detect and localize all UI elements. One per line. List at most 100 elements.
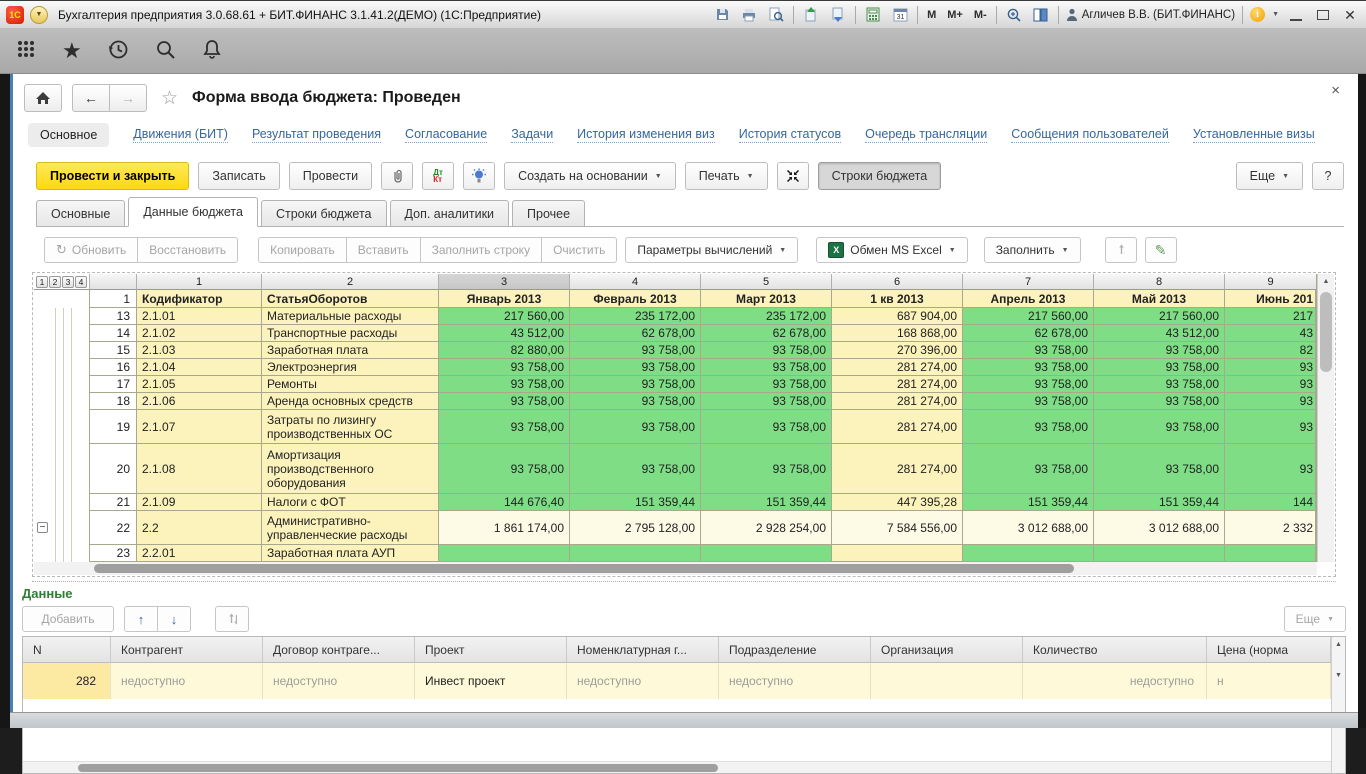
cell-r16-c8[interactable]: 93 758,00 (1094, 359, 1225, 376)
header-month-5[interactable]: Май 2013 (1094, 290, 1225, 308)
cell-r23-c3[interactable] (439, 545, 570, 562)
cell-r22-c3[interactable]: 1 861 174,00 (439, 511, 570, 545)
col-header-5[interactable]: 5 (701, 274, 832, 290)
scroll-thumb[interactable] (1320, 292, 1332, 372)
fill-row-button[interactable]: Заполнить строку (420, 237, 542, 263)
memory-m-plus-button[interactable]: M+ (945, 9, 965, 21)
cell-r18-code[interactable]: 2.1.06 (137, 393, 262, 410)
tab-4[interactable]: Прочее (512, 200, 585, 226)
cell-r18-c5[interactable]: 93 758,00 (701, 393, 832, 410)
row-header-23[interactable]: 23 (90, 545, 137, 562)
cell-r14-c3[interactable]: 43 512,00 (439, 325, 570, 342)
post-and-close-button[interactable]: Провести и закрыть (36, 162, 189, 190)
nav-link-6[interactable]: История статусов (739, 127, 841, 143)
calc-params-button[interactable]: Параметры вычислений▼ (625, 237, 798, 263)
cell-r19-c3[interactable]: 93 758,00 (439, 410, 570, 444)
data-cell-4[interactable]: недоступно (567, 663, 719, 699)
cell-r21-c4[interactable]: 151 359,44 (570, 494, 701, 511)
col-header-2[interactable]: 2 (262, 274, 439, 290)
collapse-group-icon[interactable]: − (37, 522, 48, 533)
forward-button[interactable]: → (109, 84, 147, 112)
cell-r19-c6[interactable]: 281 274,00 (832, 410, 963, 444)
cell-r19-c9[interactable]: 93 (1225, 410, 1316, 444)
sheet-vertical-scrollbar[interactable]: ▲ (1317, 274, 1334, 562)
data-vertical-scrollbar[interactable]: ▲▼ (1331, 637, 1345, 773)
paste-button[interactable]: Вставить (346, 237, 421, 263)
cell-r21-c7[interactable]: 151 359,44 (963, 494, 1094, 511)
ms-excel-exchange-button[interactable]: XОбмен MS Excel▼ (816, 237, 967, 263)
move-down-button[interactable]: ↓ (157, 606, 191, 632)
hint-lamp-button[interactable] (463, 162, 495, 190)
cell-r13-c5[interactable]: 235 172,00 (701, 308, 832, 325)
cell-r13-c9[interactable]: 217 (1225, 308, 1316, 325)
cell-r20-c3[interactable]: 93 758,00 (439, 444, 570, 494)
cell-r19-code[interactable]: 2.1.07 (137, 410, 262, 444)
header-month-0[interactable]: Январь 2013 (439, 290, 570, 308)
memory-m-button[interactable]: M (925, 9, 938, 21)
cell-r22-code[interactable]: 2.2 (137, 511, 262, 545)
row-header-22[interactable]: 22 (90, 511, 137, 545)
system-menu-button[interactable]: ▼ (30, 6, 48, 24)
row-header-18[interactable]: 18 (90, 393, 137, 410)
tab-1[interactable]: Данные бюджета (128, 197, 258, 227)
data-col-header-5[interactable]: Подразделение (719, 637, 871, 663)
cell-r19-c7[interactable]: 93 758,00 (963, 410, 1094, 444)
nav-link-7[interactable]: Очередь трансляции (865, 127, 987, 143)
row-header-15[interactable]: 15 (90, 342, 137, 359)
cell-r16-c6[interactable]: 281 274,00 (832, 359, 963, 376)
cell-r18-c6[interactable]: 281 274,00 (832, 393, 963, 410)
back-button[interactable]: ← (72, 84, 110, 112)
data-more-button[interactable]: Еще▼ (1284, 606, 1346, 632)
cell-r18-c4[interactable]: 93 758,00 (570, 393, 701, 410)
cell-r15-c6[interactable]: 270 396,00 (832, 342, 963, 359)
cell-r22-c7[interactable]: 3 012 688,00 (963, 511, 1094, 545)
data-col-header-0[interactable]: N (23, 637, 111, 663)
cell-r21-code[interactable]: 2.1.09 (137, 494, 262, 511)
form-close-icon[interactable]: × (1331, 82, 1340, 99)
nav-link-0[interactable]: Основное (28, 123, 109, 147)
cell-r22-name[interactable]: Административно-управленческие расходы (262, 511, 439, 545)
post-button[interactable]: Провести (289, 162, 372, 190)
zoom-icon[interactable] (1004, 6, 1024, 24)
add-button[interactable]: Добавить (22, 606, 114, 632)
cell-r16-c7[interactable]: 93 758,00 (963, 359, 1094, 376)
calculator-icon[interactable] (863, 6, 883, 24)
print-preview-icon[interactable] (766, 6, 786, 24)
data-col-header-6[interactable]: Организация (871, 637, 1023, 663)
col-header-8[interactable]: 8 (1094, 274, 1225, 290)
cell-r21-c9[interactable]: 144 (1225, 494, 1316, 511)
row-header-19[interactable]: 19 (90, 410, 137, 444)
cell-r13-c6[interactable]: 687 904,00 (832, 308, 963, 325)
scroll-thumb[interactable] (78, 764, 718, 772)
fill-button[interactable]: Заполнить▼ (984, 237, 1081, 263)
table-row[interactable]: 282недоступнонедоступноИнвест проектнедо… (23, 663, 1345, 699)
app-logo-1c[interactable]: 1С (6, 6, 24, 24)
cell-r16-c4[interactable]: 93 758,00 (570, 359, 701, 376)
cell-r19-c5[interactable]: 93 758,00 (701, 410, 832, 444)
cell-r19-c8[interactable]: 93 758,00 (1094, 410, 1225, 444)
header-month-4[interactable]: Апрель 2013 (963, 290, 1094, 308)
header-statya-oborotov[interactable]: СтатьяОборотов (262, 290, 439, 308)
clear-button[interactable]: Очистить (541, 237, 617, 263)
move-up-button[interactable]: ↑ (124, 606, 158, 632)
cell-r23-c6[interactable] (832, 545, 963, 562)
data-cell-6[interactable] (871, 663, 1023, 699)
row-header-21[interactable]: 21 (90, 494, 137, 511)
cell-r21-c6[interactable]: 447 395,28 (832, 494, 963, 511)
budget-lines-button[interactable]: Строки бюджета (818, 162, 942, 190)
cell-r20-c5[interactable]: 93 758,00 (701, 444, 832, 494)
cell-r14-c5[interactable]: 62 678,00 (701, 325, 832, 342)
menu-grid-icon[interactable] (16, 39, 36, 62)
cell-r14-c8[interactable]: 43 512,00 (1094, 325, 1225, 342)
cell-r20-code[interactable]: 2.1.08 (137, 444, 262, 494)
data-col-header-1[interactable]: Контрагент (111, 637, 263, 663)
minimize-icon[interactable] (1286, 6, 1306, 24)
cell-r18-c9[interactable]: 93 (1225, 393, 1316, 410)
cell-r13-name[interactable]: Материальные расходы (262, 308, 439, 325)
nav-link-1[interactable]: Движения (БИТ) (133, 127, 228, 143)
cell-r22-c5[interactable]: 2 928 254,00 (701, 511, 832, 545)
row-header-16[interactable]: 16 (90, 359, 137, 376)
notifications-bell-icon[interactable] (202, 39, 222, 63)
cell-r21-c5[interactable]: 151 359,44 (701, 494, 832, 511)
save-icon[interactable] (712, 6, 732, 24)
